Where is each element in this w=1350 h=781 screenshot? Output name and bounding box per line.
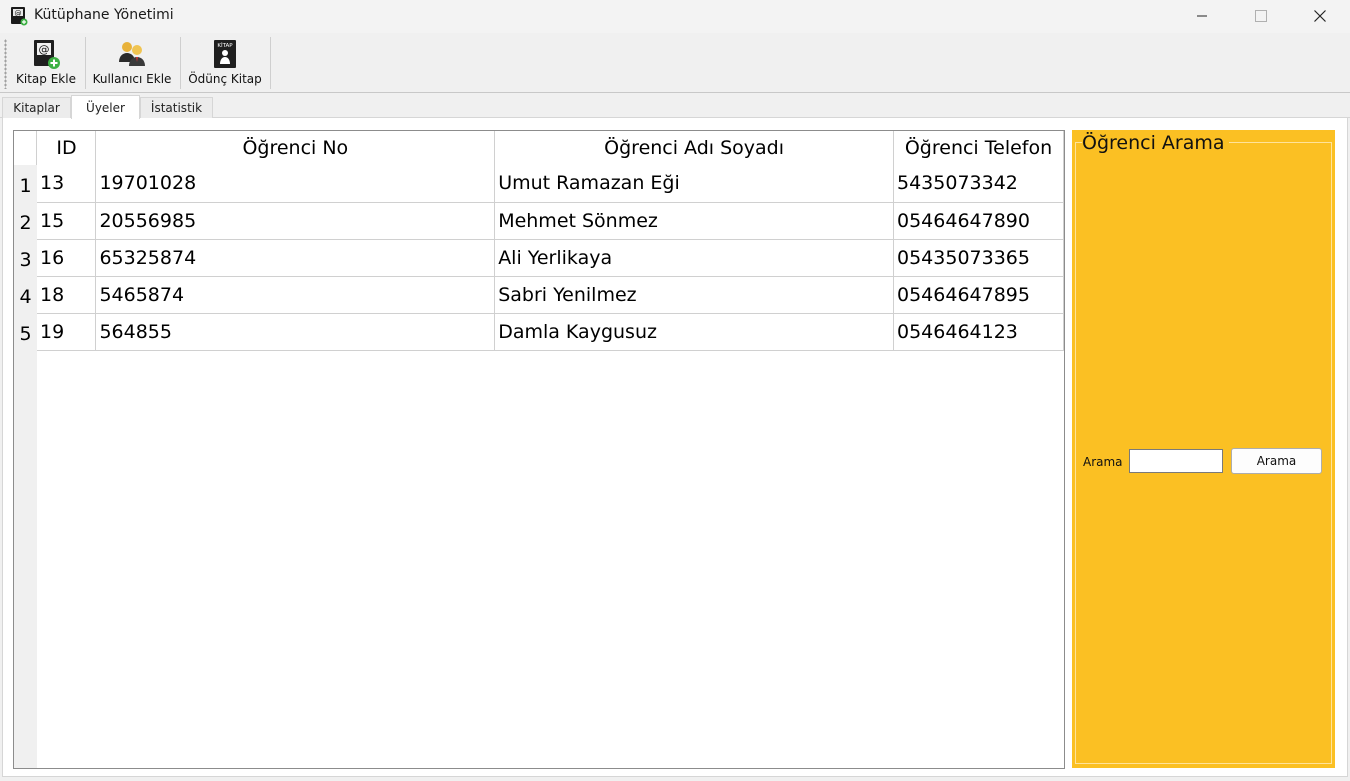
row-header[interactable]: 2 <box>14 202 37 239</box>
cell-student-no[interactable]: 65325874 <box>95 239 496 277</box>
column-header-student-phone[interactable]: Öğrenci Telefon <box>893 131 1064 165</box>
add-user-label: Kullanıcı Ekle <box>92 72 172 86</box>
cell-student-phone[interactable]: 05435073365 <box>893 239 1064 277</box>
members-grid[interactable]: ID Öğrenci No Öğrenci Adı Soyadı Öğrenci… <box>13 130 1065 769</box>
add-user-icon <box>119 42 145 66</box>
column-header-student-no[interactable]: Öğrenci No <box>95 131 496 165</box>
cell-student-phone[interactable]: 5435073342 <box>893 165 1064 203</box>
cell-id[interactable]: 16 <box>36 239 97 277</box>
header-row: ID Öğrenci No Öğrenci Adı Soyadı Öğrenci… <box>14 131 1064 165</box>
close-icon <box>1314 9 1326 22</box>
tab-label: Üyeler <box>86 100 125 115</box>
minimize-icon <box>1197 15 1207 16</box>
cell-student-no[interactable]: 20556985 <box>95 202 496 240</box>
search-label: Arama <box>1083 455 1123 469</box>
column-header-id[interactable]: ID <box>36 131 97 165</box>
table-row[interactable]: 2 15 20556985 Mehmet Sönmez 05464647890 <box>14 202 1064 240</box>
cell-student-phone[interactable]: 0546464123 <box>893 313 1064 351</box>
cell-student-name[interactable]: Mehmet Sönmez <box>494 202 894 240</box>
maximize-icon <box>1255 9 1267 22</box>
add-book-icon: @ <box>34 40 60 69</box>
cell-student-phone[interactable]: 05464647890 <box>893 202 1064 240</box>
cell-student-name[interactable]: Damla Kaygusuz <box>494 313 894 351</box>
svg-text:KİTAP: KİTAP <box>217 42 233 49</box>
toolbar-separator <box>85 37 86 89</box>
cell-id[interactable]: 19 <box>36 313 97 351</box>
row-header[interactable]: 4 <box>14 276 37 313</box>
table-row[interactable]: 1 13 19701028 Umut Ramazan Eği 543507334… <box>14 165 1064 203</box>
table-row[interactable]: 4 18 5465874 Sabri Yenilmez 05464647895 <box>14 276 1064 314</box>
corner-header[interactable] <box>14 131 38 165</box>
minimize-button[interactable] <box>1173 0 1231 31</box>
cell-student-name[interactable]: Sabri Yenilmez <box>494 276 894 314</box>
row-header[interactable]: 3 <box>14 239 37 276</box>
tab-bar: Kitaplar Üyeler İstatistik <box>0 94 1350 119</box>
app-book-icon: @ <box>11 7 28 26</box>
members-table: ID Öğrenci No Öğrenci Adı Soyadı Öğrenci… <box>14 131 1064 351</box>
row-header[interactable]: 1 <box>14 165 37 202</box>
cell-student-no[interactable]: 564855 <box>95 313 496 351</box>
cell-student-no[interactable]: 5465874 <box>95 276 496 314</box>
row-header[interactable]: 5 <box>14 313 37 350</box>
column-header-student-name[interactable]: Öğrenci Adı Soyadı <box>494 131 894 165</box>
student-search-title: Öğrenci Arama <box>1082 132 1229 154</box>
cell-id[interactable]: 13 <box>36 165 97 203</box>
toolbar: @ Kitap Ekle Kullanıcı Ekle KİTAP Ödünç … <box>0 33 1350 93</box>
tab-label: İstatistik <box>150 101 203 115</box>
cell-id[interactable]: 15 <box>36 202 97 240</box>
add-book-button[interactable]: @ Kitap Ekle <box>14 37 78 89</box>
table-row[interactable]: 5 19 564855 Damla Kaygusuz 0546464123 <box>14 313 1064 351</box>
borrow-book-button[interactable]: KİTAP Ödünç Kitap <box>186 37 264 89</box>
borrow-book-icon: KİTAP <box>214 40 236 68</box>
title-bar: @ Kütüphane Yönetimi <box>0 0 1350 33</box>
tab-istatistik[interactable]: İstatistik <box>140 97 213 118</box>
search-button[interactable]: Arama <box>1231 448 1322 474</box>
add-book-label: Kitap Ekle <box>16 72 76 86</box>
cell-student-no[interactable]: 19701028 <box>95 165 496 203</box>
toolbar-separator <box>180 37 181 89</box>
tab-kitaplar[interactable]: Kitaplar <box>2 97 71 118</box>
search-input[interactable] <box>1129 449 1223 473</box>
toolbar-separator <box>270 37 271 89</box>
cell-student-phone[interactable]: 05464647895 <box>893 276 1064 314</box>
close-button[interactable] <box>1291 0 1349 31</box>
table-row[interactable]: 3 16 65325874 Ali Yerlikaya 05435073365 <box>14 239 1064 277</box>
maximize-button[interactable] <box>1232 0 1290 31</box>
window-title: Kütüphane Yönetimi <box>34 7 174 23</box>
toolbar-grip[interactable] <box>4 39 7 89</box>
borrow-book-label: Ödünç Kitap <box>188 72 262 86</box>
add-user-button[interactable]: Kullanıcı Ekle <box>90 37 174 89</box>
tab-uyeler[interactable]: Üyeler <box>71 95 140 119</box>
tab-label: Kitaplar <box>13 101 60 115</box>
svg-text:@: @ <box>15 10 22 18</box>
cell-id[interactable]: 18 <box>36 276 97 314</box>
cell-student-name[interactable]: Umut Ramazan Eği <box>494 165 894 203</box>
svg-text:@: @ <box>39 43 50 56</box>
cell-student-name[interactable]: Ali Yerlikaya <box>494 239 894 277</box>
